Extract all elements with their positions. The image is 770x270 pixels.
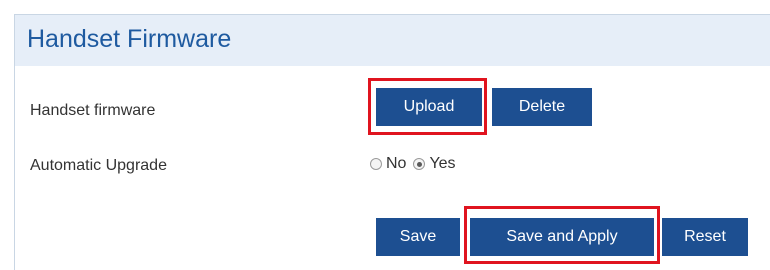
radio-no-label[interactable]: No xyxy=(386,155,406,173)
panel-title: Handset Firmware xyxy=(27,25,232,53)
radio-yes-label[interactable]: Yes xyxy=(429,155,455,173)
panel-header: Handset Firmware xyxy=(15,15,770,66)
handset-firmware-label: Handset firmware xyxy=(30,102,156,119)
radio-no[interactable] xyxy=(370,158,382,170)
reset-button[interactable]: Reset xyxy=(662,218,748,256)
automatic-upgrade-radio-group: No Yes xyxy=(370,154,463,174)
save-button[interactable]: Save xyxy=(376,218,460,256)
save-and-apply-button[interactable]: Save and Apply xyxy=(470,218,654,256)
upload-button[interactable]: Upload xyxy=(376,88,482,126)
radio-yes[interactable] xyxy=(413,158,426,170)
automatic-upgrade-label: Automatic Upgrade xyxy=(30,157,167,174)
delete-button[interactable]: Delete xyxy=(492,88,592,126)
